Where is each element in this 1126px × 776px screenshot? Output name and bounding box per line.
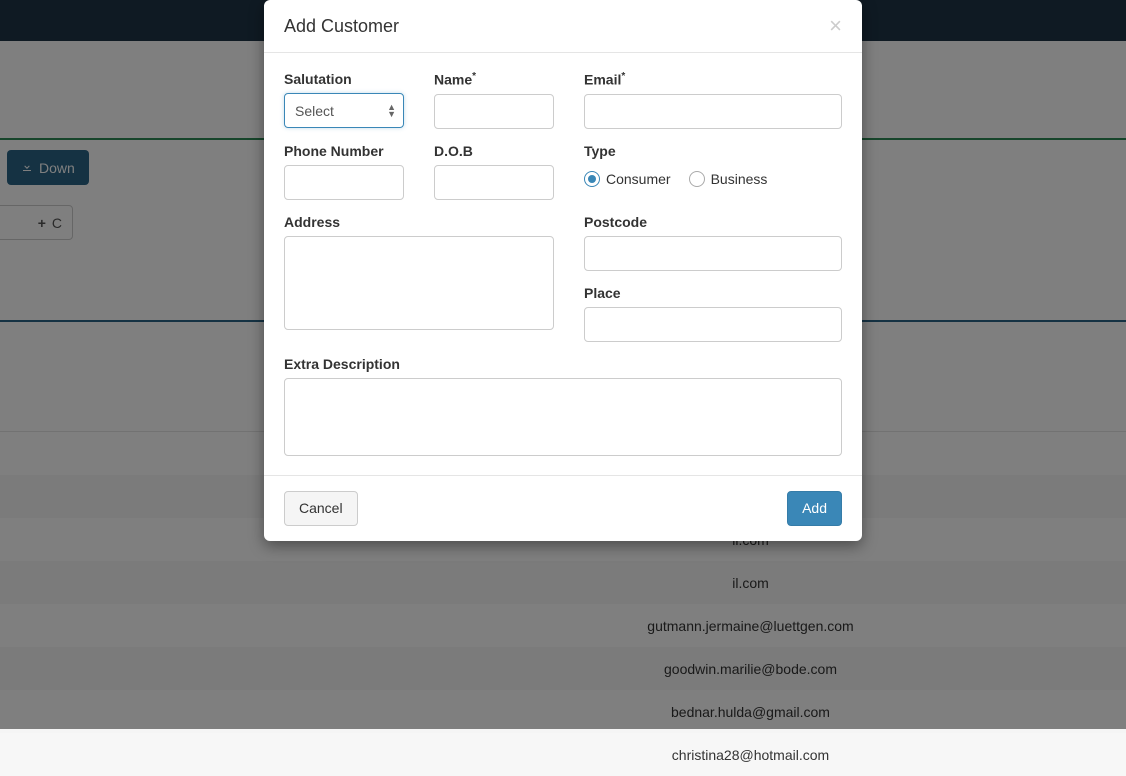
dob-input[interactable] [434,165,554,200]
name-label: Name* [434,71,554,88]
add-customer-modal: Add Customer × Salutation Select ▲▼ Name… [264,0,862,541]
address-textarea[interactable] [284,236,554,330]
modal-body: Salutation Select ▲▼ Name* Email* [264,53,862,475]
email-input[interactable] [584,94,842,129]
email-label-text: Email [584,72,621,88]
table-row[interactable]: Eusebio Runolfssonchristina28@hotmail.co… [0,733,1126,776]
salutation-selected-value: Select [295,103,334,119]
close-icon[interactable]: × [829,15,842,37]
table-cell-email: christina28@hotmail.com [375,747,1126,763]
required-marker: * [472,71,476,82]
type-radio-business[interactable]: Business [689,171,768,187]
cancel-button[interactable]: Cancel [284,491,358,526]
phone-label: Phone Number [284,143,404,159]
modal-header: Add Customer × [264,0,862,53]
type-radio-consumer[interactable]: Consumer [584,171,671,187]
name-label-text: Name [434,72,472,88]
type-radio-group: Consumer Business [584,165,842,187]
type-label: Type [584,143,842,159]
phone-input[interactable] [284,165,404,200]
type-radio-business-label: Business [711,171,768,187]
modal-title: Add Customer [284,16,399,37]
table-cell-name: Eusebio Runolfsson [0,747,375,763]
extra-description-textarea[interactable] [284,378,842,456]
modal-footer: Cancel Add [264,475,862,541]
name-input[interactable] [434,94,554,129]
required-marker: * [621,71,625,82]
email-label: Email* [584,71,842,88]
radio-icon [584,171,600,187]
address-label: Address [284,214,554,230]
type-radio-consumer-label: Consumer [606,171,671,187]
radio-icon [689,171,705,187]
chevron-updown-icon: ▲▼ [387,104,396,118]
add-button[interactable]: Add [787,491,842,526]
place-input[interactable] [584,307,842,342]
salutation-label: Salutation [284,71,404,87]
postcode-label: Postcode [584,214,842,230]
extra-description-label: Extra Description [284,356,842,372]
salutation-select[interactable]: Select ▲▼ [284,93,404,128]
place-label: Place [584,285,842,301]
postcode-input[interactable] [584,236,842,271]
dob-label: D.O.B [434,143,554,159]
